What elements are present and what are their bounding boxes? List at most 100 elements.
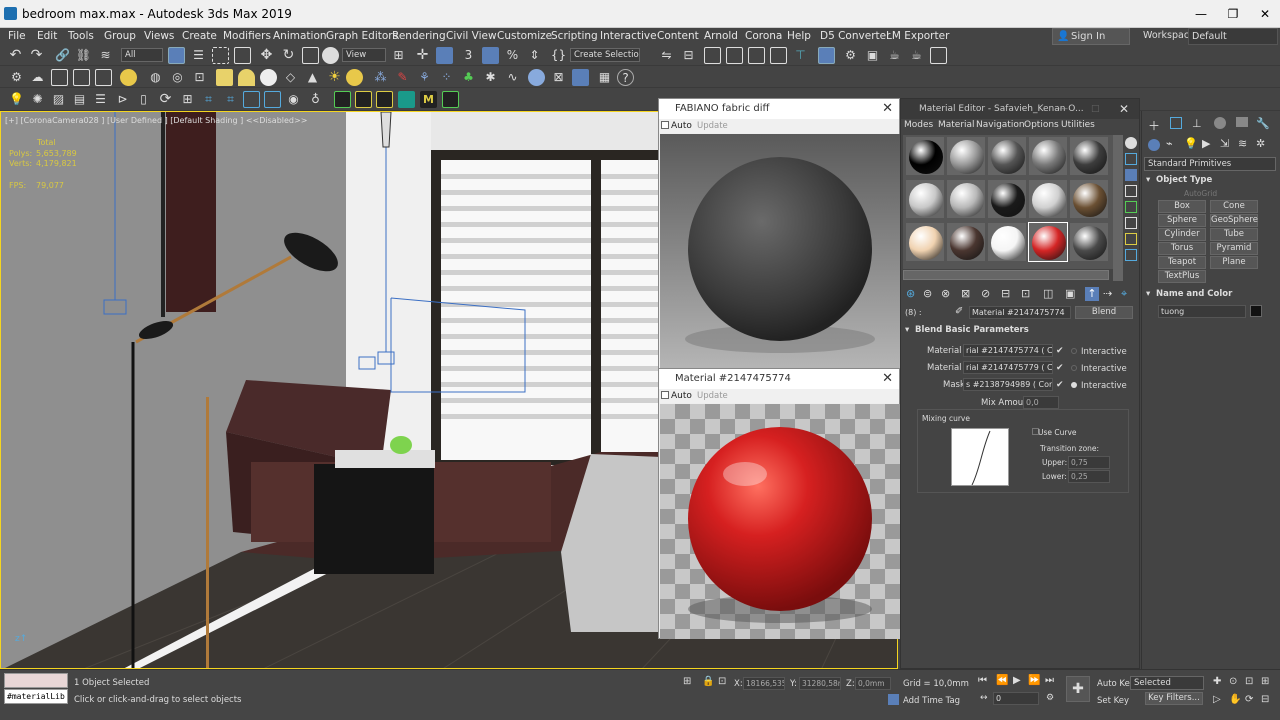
menu-d5-converter[interactable]: D5 Converter bbox=[820, 30, 890, 42]
select-by-name-icon[interactable]: ☰ bbox=[190, 47, 207, 64]
add-time-tag-button[interactable]: Add Time Tag bbox=[903, 696, 960, 706]
corona-light-icon[interactable] bbox=[120, 69, 137, 86]
script-1-icon[interactable] bbox=[334, 91, 351, 108]
light-lister-icon[interactable]: 💡 bbox=[8, 91, 25, 108]
script-4-icon[interactable] bbox=[398, 91, 415, 108]
render-iterative-icon[interactable]: ☕ bbox=[908, 47, 925, 64]
material-slot[interactable] bbox=[1069, 222, 1109, 262]
me-minimize-icon[interactable]: — bbox=[1059, 99, 1068, 119]
menu-rendering[interactable]: Rendering bbox=[392, 30, 446, 42]
slots-scrollbar[interactable] bbox=[903, 270, 1109, 280]
blowup-icon[interactable] bbox=[264, 91, 281, 108]
script-2-icon[interactable] bbox=[355, 91, 372, 108]
material-1-button[interactable]: rial #2147475774 ( Corona bbox=[963, 344, 1053, 357]
systems-icon[interactable]: ✲ bbox=[1256, 137, 1265, 150]
maxscript-mini-listener[interactable]: #materialLib bbox=[4, 689, 68, 704]
eyedropper-icon[interactable]: ✐ bbox=[955, 306, 963, 317]
render-setup-icon[interactable]: ⚙ bbox=[842, 47, 859, 64]
align-icon[interactable]: ⊟ bbox=[680, 47, 697, 64]
menu-arnold[interactable]: Arnold bbox=[704, 30, 738, 42]
set-key-large-icon[interactable]: ✚ bbox=[1066, 676, 1090, 702]
corona-cone-icon[interactable]: ▲ bbox=[304, 69, 321, 86]
orbit-icon[interactable]: ⟳ bbox=[1245, 694, 1253, 705]
material-slot[interactable] bbox=[946, 222, 986, 262]
frame-icon[interactable]: ⌗ bbox=[200, 91, 217, 108]
blend-rollout-header[interactable]: ▾ Blend Basic Parameters bbox=[903, 323, 1131, 337]
video-color-check-icon[interactable] bbox=[1125, 201, 1137, 213]
minimize-button[interactable]: — bbox=[1186, 4, 1216, 24]
box-button[interactable]: Box bbox=[1158, 200, 1206, 213]
motion-tab-icon[interactable] bbox=[1214, 117, 1226, 129]
bind-space-warp-icon[interactable]: ≋ bbox=[97, 47, 114, 64]
menu-customize[interactable]: Customize bbox=[497, 30, 552, 42]
go-to-parent-icon[interactable]: ↑ bbox=[1085, 287, 1099, 301]
toggle-ribbon-icon[interactable] bbox=[748, 47, 765, 64]
background-icon[interactable] bbox=[1125, 169, 1137, 181]
scene-explorer-icon[interactable] bbox=[704, 47, 721, 64]
material-library-icon[interactable]: ⊠ bbox=[550, 69, 567, 86]
material-slot[interactable] bbox=[987, 222, 1027, 262]
material-slot[interactable] bbox=[946, 179, 986, 219]
name-color-rollout[interactable]: ▾ Name and Color bbox=[1146, 289, 1276, 301]
material-slot[interactable] bbox=[987, 136, 1027, 176]
maximize-button[interactable]: ❐ bbox=[1218, 4, 1248, 24]
me-close-icon[interactable]: ✕ bbox=[1119, 99, 1129, 119]
cylinder-button[interactable]: Cylinder bbox=[1158, 228, 1206, 241]
make-unique-icon[interactable]: ⊘ bbox=[981, 287, 990, 300]
unlink-icon[interactable]: ⛓ bbox=[75, 47, 92, 64]
menu-interactive[interactable]: Interactive bbox=[600, 30, 657, 42]
shapes-icon[interactable]: ⌁ bbox=[1166, 137, 1173, 150]
material-close-icon[interactable]: ✕ bbox=[882, 369, 893, 389]
goto-end-icon[interactable]: ⏭ bbox=[1045, 675, 1054, 686]
script-5-icon[interactable] bbox=[442, 91, 459, 108]
script-m-icon[interactable]: M bbox=[420, 91, 437, 108]
mirror-icon[interactable]: ⇋ bbox=[658, 47, 675, 64]
material-type-button[interactable]: Blend bbox=[1075, 306, 1133, 319]
menu-scripting[interactable]: Scripting bbox=[551, 30, 598, 42]
sun-position-icon[interactable]: ✺ bbox=[29, 91, 46, 108]
menu-help[interactable]: Help bbox=[787, 30, 811, 42]
select-by-material-icon[interactable] bbox=[1125, 249, 1137, 261]
menu-civil-view[interactable]: Civil View bbox=[446, 30, 497, 42]
image-icon[interactable]: ▨ bbox=[50, 91, 67, 108]
menu-modifiers[interactable]: Modifiers bbox=[223, 30, 271, 42]
pan-icon[interactable]: ✋ bbox=[1229, 694, 1241, 705]
menu-lm-exporter[interactable]: LM Exporter bbox=[886, 30, 949, 42]
material-auto-checkbox[interactable] bbox=[661, 391, 669, 399]
undo-icon[interactable]: ↶ bbox=[7, 47, 24, 64]
me-menu-modes[interactable]: Modes bbox=[904, 120, 933, 130]
rendered-frame-window-icon[interactable]: ▣ bbox=[864, 47, 881, 64]
material-editor-window[interactable]: Material Editor - Safavieh_Kenan O... — … bbox=[900, 98, 1140, 669]
sphere-button[interactable]: Sphere bbox=[1158, 214, 1206, 227]
grid-icon[interactable]: ⊞ bbox=[179, 91, 196, 108]
paint-icon[interactable]: ✎ bbox=[394, 69, 411, 86]
help-icon[interactable]: ? bbox=[617, 69, 634, 86]
lights-icon[interactable]: 💡 bbox=[1184, 137, 1198, 150]
get-material-icon[interactable]: ⊛ bbox=[906, 287, 915, 300]
create-tab-icon[interactable]: ＋ bbox=[1148, 117, 1160, 134]
material-slot[interactable] bbox=[905, 179, 945, 219]
rectangular-selection-icon[interactable] bbox=[212, 47, 229, 64]
crop-icon[interactable] bbox=[243, 91, 260, 108]
menu-file[interactable]: File bbox=[8, 30, 26, 42]
map-icon[interactable]: ▤ bbox=[71, 91, 88, 108]
sample-type-icon[interactable] bbox=[1125, 137, 1137, 149]
material-2-radio[interactable] bbox=[1071, 365, 1077, 371]
cameras-icon[interactable]: ▶ bbox=[1202, 137, 1210, 150]
key-selection-dropdown[interactable]: Selected bbox=[1130, 676, 1204, 690]
redo-icon[interactable]: ↷ bbox=[28, 47, 45, 64]
reset-map-icon[interactable]: ⊠ bbox=[961, 287, 970, 300]
material-slot[interactable] bbox=[1069, 179, 1109, 219]
render-production-icon[interactable]: ☕ bbox=[886, 47, 903, 64]
pivot-center-icon[interactable]: ⊞ bbox=[390, 47, 407, 64]
space-warps-icon[interactable]: ≋ bbox=[1238, 137, 1247, 150]
keyboard-shortcut-override-icon[interactable] bbox=[436, 47, 453, 64]
refresh-icon[interactable]: ⟳ bbox=[157, 91, 174, 108]
put-to-scene-icon[interactable]: ⊜ bbox=[923, 287, 932, 300]
fov-icon[interactable]: ▷ bbox=[1213, 694, 1221, 705]
region-icon[interactable]: ⌗ bbox=[222, 91, 239, 108]
schematic-view-icon[interactable]: ⊤ bbox=[792, 47, 809, 64]
material-slot[interactable] bbox=[905, 222, 945, 262]
zoom-all-icon[interactable]: ⊙ bbox=[1229, 676, 1237, 687]
batch-render-icon[interactable]: ▦ bbox=[596, 69, 613, 86]
